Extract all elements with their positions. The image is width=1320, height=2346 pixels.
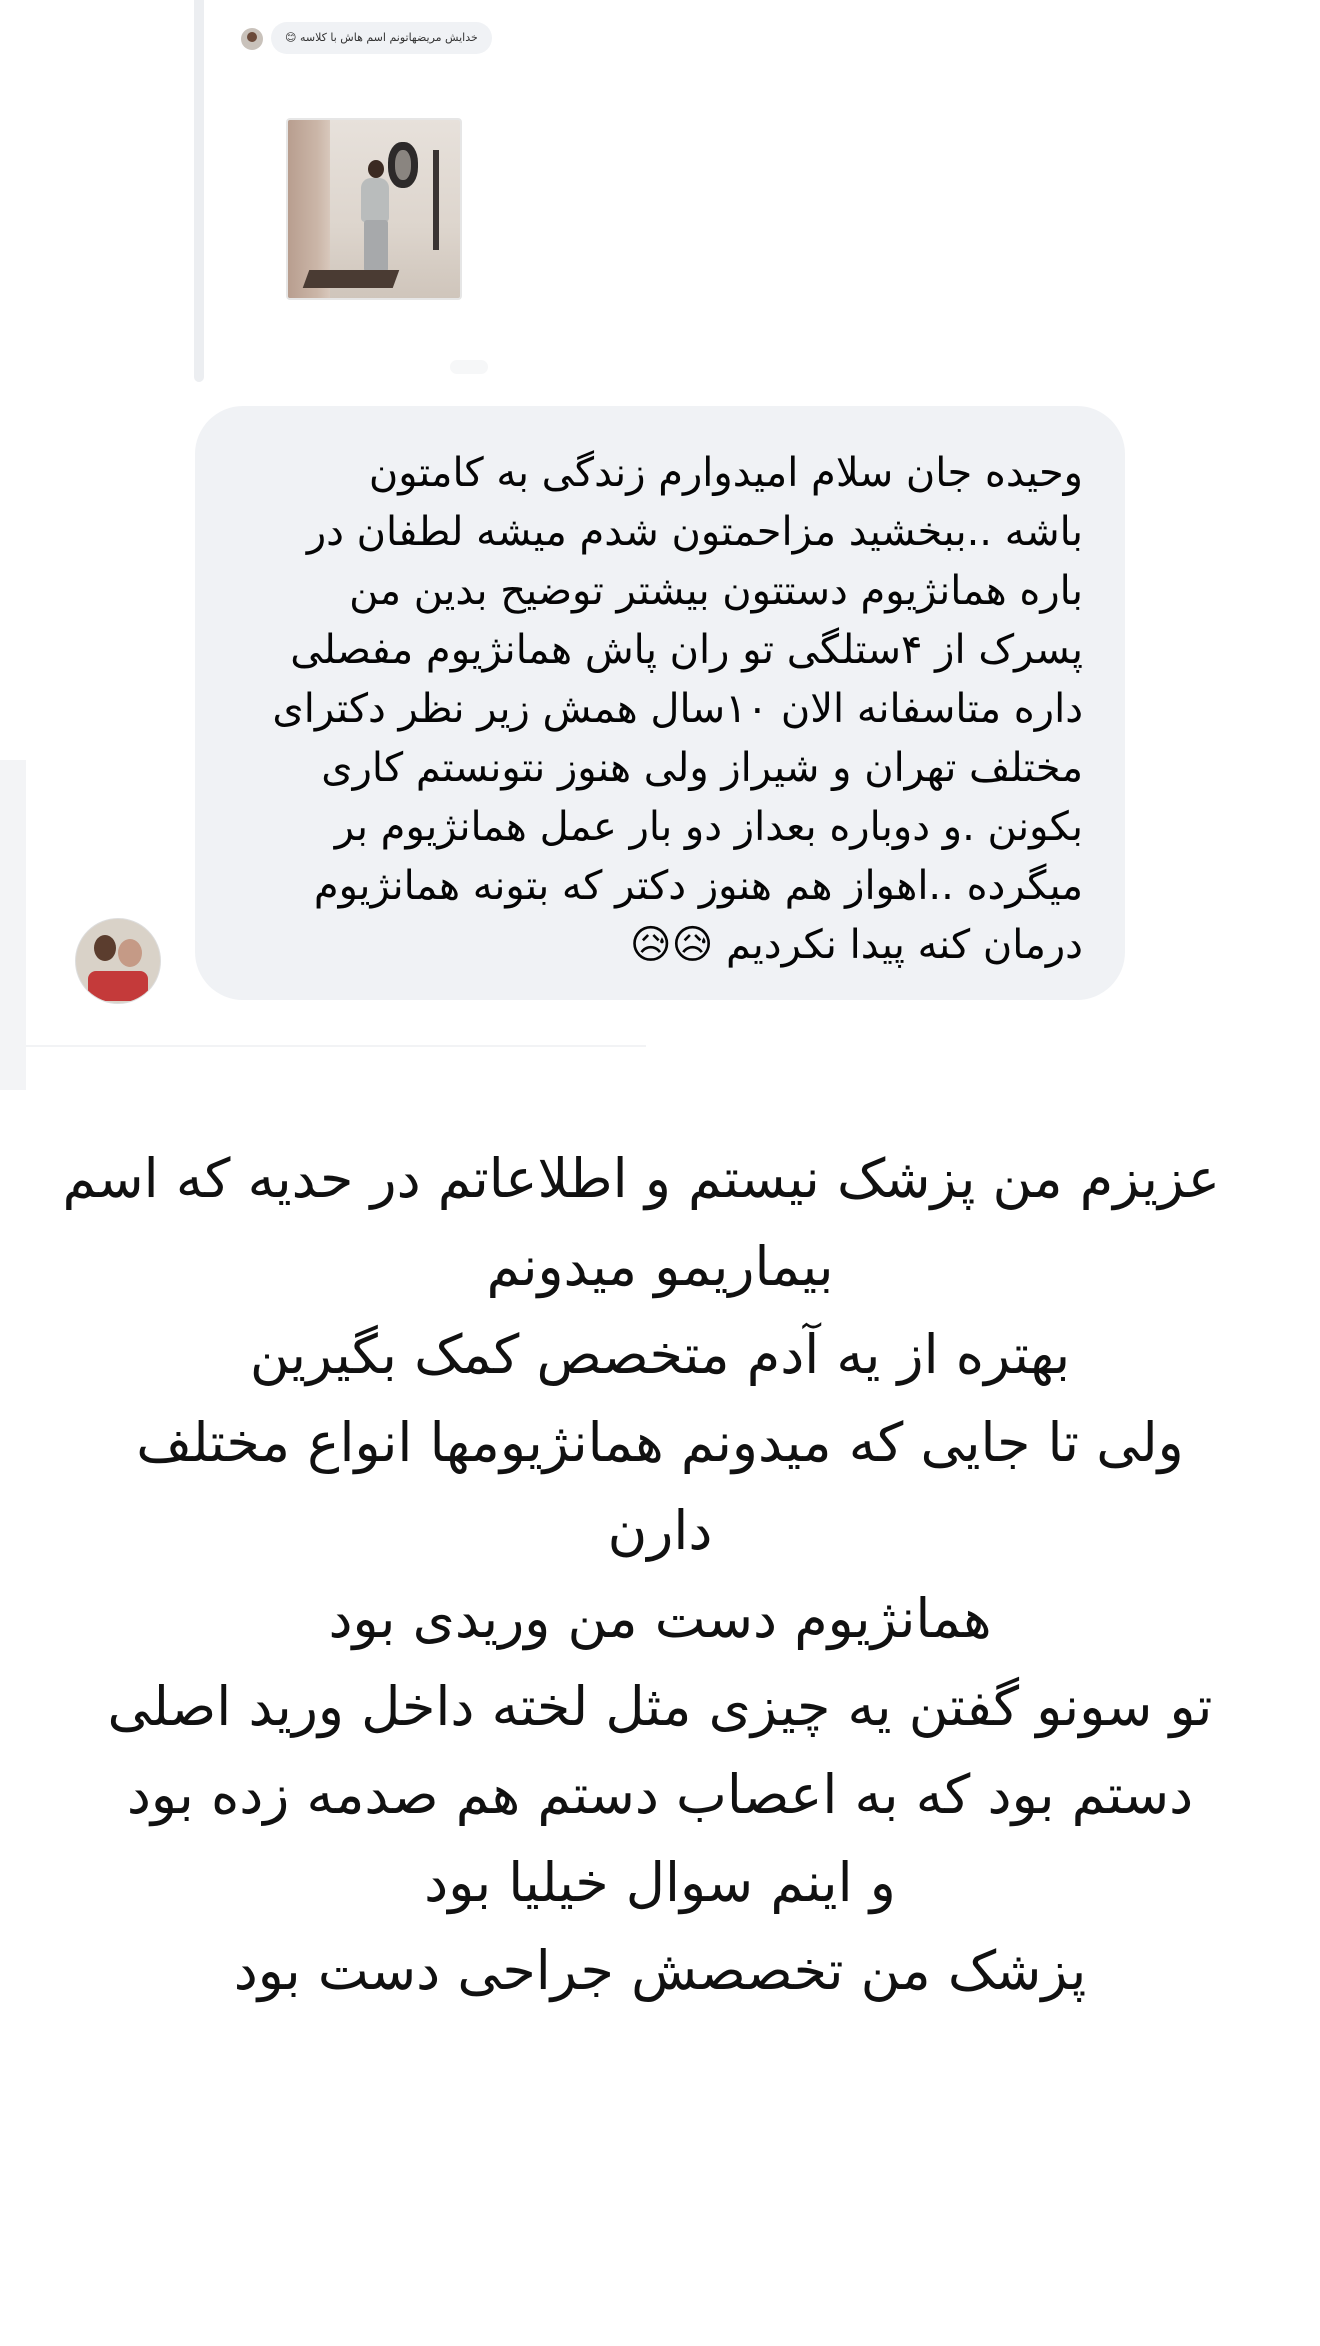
reply-thread-line [194, 0, 204, 382]
caption-line: تو سونو گفتن یه چیزی مثل لخته داخل ورید … [107, 1675, 1213, 1738]
thumb-table [302, 270, 400, 288]
caption-line: بیماریمو میدونم [486, 1235, 834, 1298]
avatar-person [94, 935, 116, 961]
comment-line: درمان کنه پیدا نکردیم 😥😥 [629, 922, 1083, 968]
thumb-mirror [388, 142, 418, 188]
avatar-person [118, 939, 142, 967]
reply-bubble: خدایش مریضهاتونم اسم هاش با کلاسه 😊 [271, 22, 492, 54]
comment-text: وحیده جان سلام امیدوارم زندگی به کامتون … [233, 444, 1083, 975]
commenter-avatar[interactable] [75, 918, 161, 1004]
faint-mark [450, 360, 488, 374]
thumb-person-legs [364, 220, 388, 272]
caption-line: عزیزم من پزشک نیستم و اطلاعاتم در حدیه ک… [62, 1147, 1220, 1210]
left-edge-strip [0, 760, 26, 1090]
thumb-person [368, 160, 384, 178]
caption-line: دستم بود که به اعصاب دستم هم صدمه زده بو… [126, 1763, 1194, 1826]
avatar-cake [88, 971, 148, 1001]
caption-line: همانژیوم دست من وریدی بود [328, 1587, 992, 1650]
comment-line: بکونن .و دوباره بعداز دو بار عمل همانژیو… [334, 804, 1083, 850]
caption-line: ولی تا جایی که میدونم همانژیومها انواع م… [136, 1411, 1184, 1474]
reply-avatar[interactable] [241, 28, 263, 50]
thumb-lamp [433, 150, 439, 250]
comment-line: وحیده جان سلام امیدوارم زندگی به کامتون [368, 450, 1083, 496]
comment-line: میگرده ..اهواز هم هنوز دکتر که بتونه هما… [313, 863, 1083, 909]
comment-bubble[interactable]: وحیده جان سلام امیدوارم زندگی به کامتون … [195, 406, 1125, 1000]
caption-line: و اینم سوال خیلیا بود [424, 1851, 896, 1914]
caption-line: بهتره از یه آدم متخصص کمک بگیرین [249, 1323, 1071, 1386]
caption-line: دارن [607, 1499, 713, 1562]
comment-line: پسرک از ۴ستلگی تو ران پاش همانژیوم مفصلی [290, 627, 1083, 673]
comment-line: مختلف تهران و شیراز ولی هنوز نتونستم کار… [321, 745, 1083, 791]
caption-text: عزیزم من پزشک نیستم و اطلاعاتم در حدیه ک… [62, 1135, 1220, 2015]
video-thumbnail[interactable] [286, 118, 462, 300]
thumb-person-body [361, 178, 389, 222]
comment-line: باشه ..ببخشید مزاحمتون شدم میشه لطفان در [306, 509, 1083, 555]
caption-line: پزشک من تخصصش جراحی دست بود [233, 1939, 1087, 2002]
comment-line: داره متاسفانه الان ۱۰سال همش زیر نظر دکت… [272, 686, 1083, 732]
comment-line: باره همانژیوم دستتون بیشتر توضیح بدین من [349, 568, 1083, 614]
divider [26, 1045, 646, 1047]
